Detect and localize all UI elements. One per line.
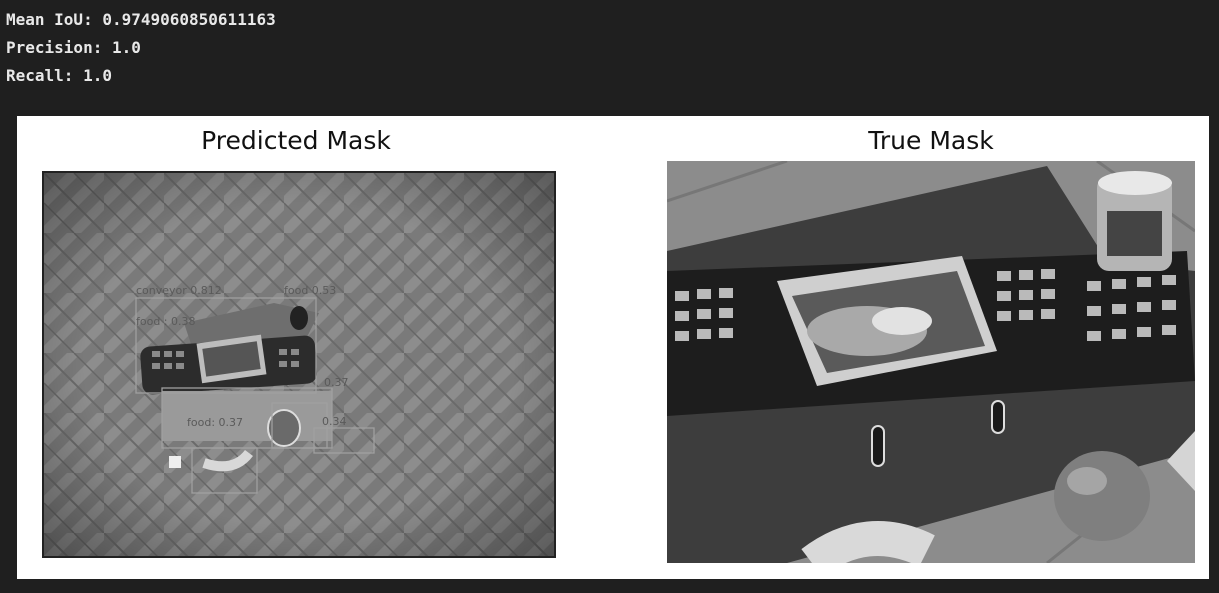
svg-text:0.34: 0.34 <box>322 415 347 428</box>
svg-text:0.37: 0.37 <box>324 376 349 389</box>
predicted-mask-title: Predicted Mask <box>201 126 391 155</box>
output-console: Mean IoU: 0.9749060850611163 Precision: … <box>6 6 276 90</box>
predicted-mask-image: conveyor 0.812 food : 0.38 food 0.53 0.3… <box>42 171 556 558</box>
true-mask-title: True Mask <box>868 126 994 155</box>
precision-text: Precision: 1.0 <box>6 38 141 57</box>
svg-text:food: 0.37: food: 0.37 <box>187 416 243 429</box>
svg-text:food : 0.38: food : 0.38 <box>136 315 196 328</box>
svg-text:conveyor 0.812: conveyor 0.812 <box>136 284 222 297</box>
mean-iou-text: Mean IoU: 0.9749060850611163 <box>6 10 276 29</box>
svg-text:food 0.53: food 0.53 <box>284 284 336 297</box>
recall-text: Recall: 1.0 <box>6 66 112 85</box>
true-mask-image <box>667 161 1195 563</box>
matplotlib-figure: Predicted Mask conveyor 0.812 food: 0.3… <box>17 116 1209 579</box>
